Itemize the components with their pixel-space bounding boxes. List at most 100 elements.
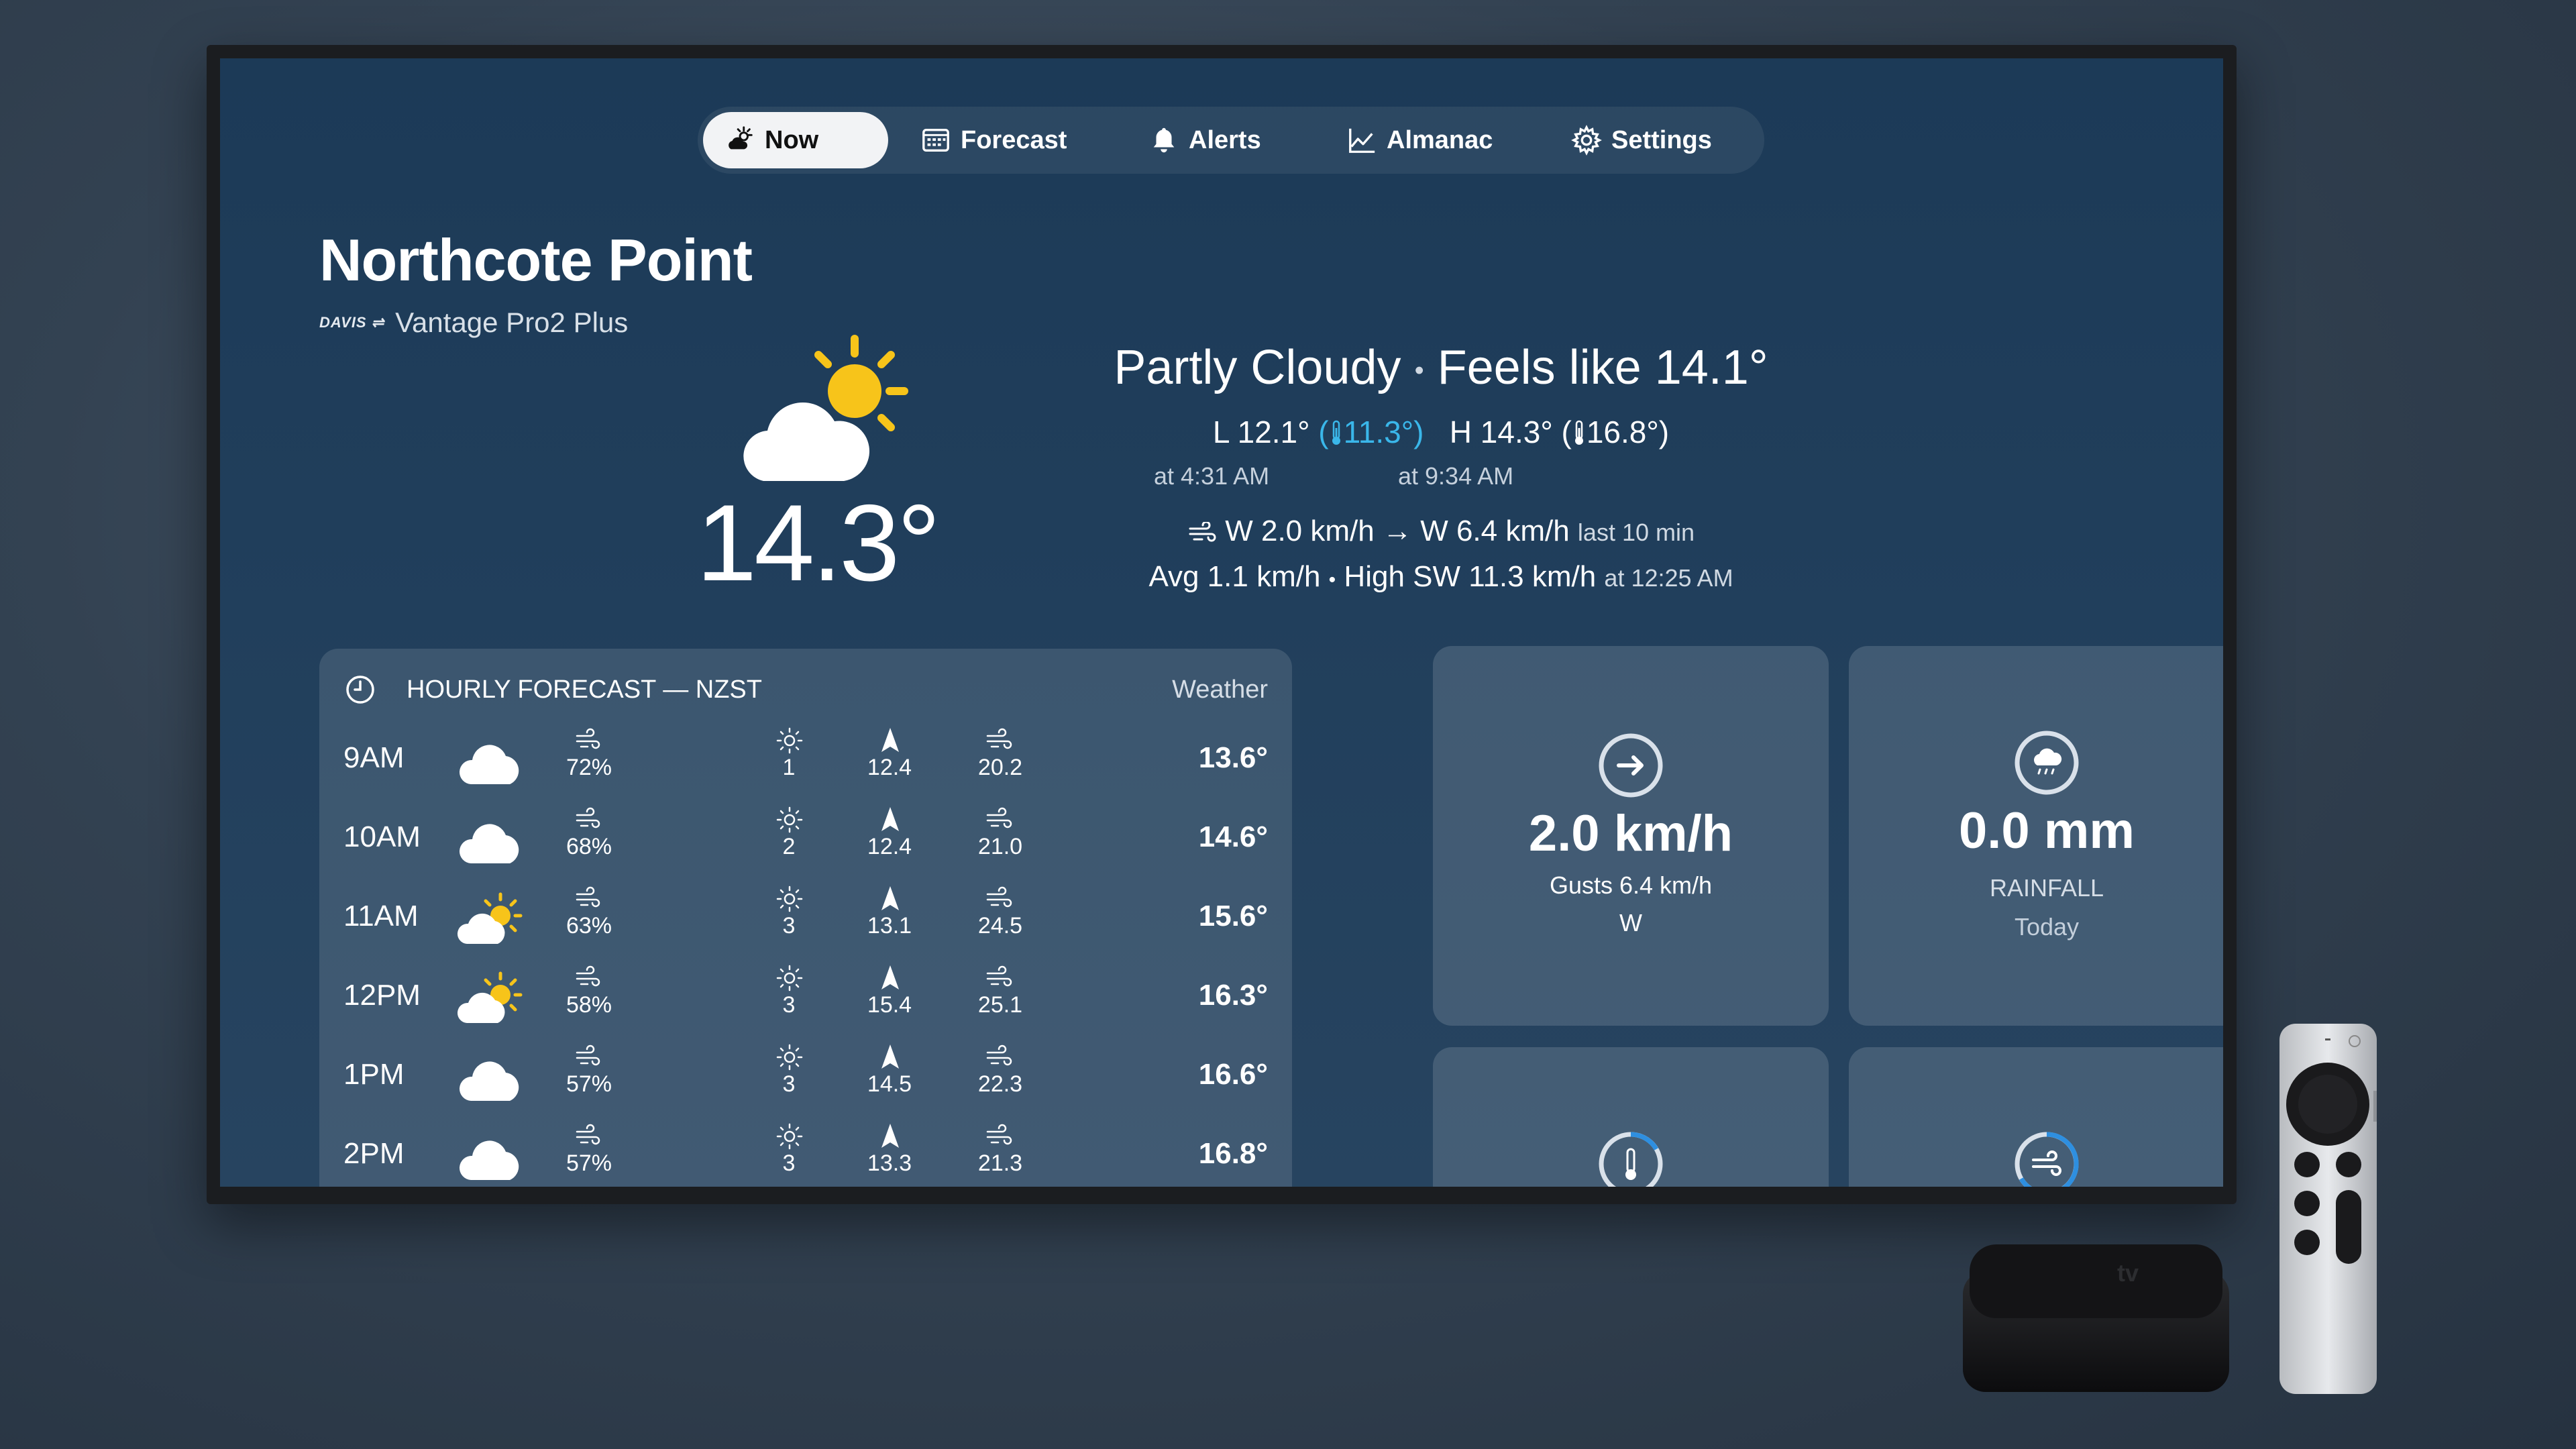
wind-icon — [2015, 1132, 2079, 1187]
separator-dot: • — [1414, 356, 1424, 386]
uv-sun-icon — [776, 965, 803, 991]
rainfall-label: RAINFALL — [1989, 874, 2104, 902]
location-name: Northcote Point — [319, 227, 753, 293]
gust-value: 25.1 — [977, 992, 1023, 1018]
wind-10min-suffix: last 10 min — [1577, 519, 1695, 546]
gust-icon — [986, 1044, 1012, 1066]
humidity-value: 63% — [566, 913, 612, 938]
gust-value: 21.3 — [977, 1150, 1023, 1176]
separator-dot: • — [1328, 569, 1336, 591]
gust-icon — [986, 1124, 1012, 1145]
high-low-line: L 12.1° (11.3°) H 14.3° (16.8°) — [1025, 414, 1857, 450]
wind-high: High SW 11.3 km/h — [1344, 560, 1597, 593]
siri-remote — [2279, 1024, 2377, 1394]
uv-sun-icon — [776, 885, 803, 912]
partly-sunny-icon — [457, 892, 523, 944]
uv-sun-icon — [776, 1044, 803, 1071]
hourly-row: 1PM 57% 3 14.5 22.3 16.6° — [319, 1044, 1292, 1124]
uv-value: 3 — [782, 1150, 796, 1176]
low-feels-open: ( — [1318, 415, 1329, 449]
hour-time: 1PM — [343, 1058, 405, 1091]
wind-gauge-tile[interactable] — [1849, 1047, 2223, 1187]
thermometer-icon — [1332, 420, 1340, 445]
wind-speed-value: 13.1 — [867, 913, 912, 938]
thermometer-icon — [1574, 420, 1583, 445]
cloud-icon — [459, 745, 519, 784]
wind-direction-icon — [881, 1044, 899, 1069]
wind-gusts: Gusts 6.4 km/h — [1549, 871, 1713, 899]
gust-icon — [986, 807, 1012, 828]
gust-icon — [986, 728, 1012, 749]
tab-settings-label: Settings — [1611, 125, 1712, 154]
partly-sunny-icon — [729, 126, 753, 150]
gust-icon — [986, 965, 1012, 987]
tab-almanac-label: Almanac — [1387, 125, 1493, 154]
wind-direction: W — [1619, 909, 1642, 936]
humidity-value: 57% — [566, 1071, 612, 1097]
high-feels: 16.8°) — [1586, 415, 1670, 449]
tv-screen: Now Forecast Alerts Almanac Settings Nor… — [220, 58, 2223, 1187]
uv-value: 3 — [782, 992, 796, 1018]
hour-temp: 15.6° — [1198, 900, 1268, 932]
hour-temp: 14.6° — [1198, 820, 1268, 853]
high-temp: H 14.3° — [1449, 415, 1553, 449]
tab-almanac[interactable]: Almanac — [1325, 112, 1514, 168]
hour-time: 9AM — [343, 741, 405, 774]
temperature-tile[interactable] — [1433, 1047, 1829, 1187]
wind-direction-icon — [881, 1124, 899, 1148]
hourly-row: 2PM 57% 3 13.3 21.3 16.8° — [319, 1123, 1292, 1187]
weather-brand: Weather — [1172, 676, 1268, 704]
uv-value: 3 — [782, 913, 796, 938]
hourly-row: 11AM 63% 3 13.1 24.5 15.6° — [319, 885, 1292, 965]
rainfall-value: 0.0 mm — [1959, 802, 2135, 859]
wind-speed-value: 13.3 — [867, 1150, 912, 1176]
tab-now-label: Now — [765, 125, 819, 154]
wind-stats-line: Avg 1.1 km/h • High SW 11.3 km/h at 12:2… — [1025, 560, 1857, 594]
high-feels-open: ( — [1561, 415, 1572, 449]
hour-time: 12PM — [343, 979, 421, 1012]
hourly-forecast-panel[interactable]: HOURLY FORECAST — NZST Weather 9AM 72% 1 12… — [319, 649, 1292, 1187]
wind-speed-value: 2.0 km/h — [1528, 805, 1733, 862]
humidity-value: 72% — [566, 755, 612, 780]
tab-now[interactable]: Now — [703, 112, 888, 168]
uv-value: 3 — [782, 1071, 796, 1097]
wind-speed-value: 12.4 — [867, 834, 912, 859]
cloud-icon — [459, 824, 519, 863]
wind-direction-icon — [881, 965, 899, 989]
wind-tile[interactable]: 2.0 km/h Gusts 6.4 km/h W — [1433, 646, 1829, 1026]
bell-icon — [1153, 127, 1175, 153]
tab-forecast-label: Forecast — [961, 125, 1067, 154]
wind-speed-value: 12.4 — [867, 755, 912, 780]
hourly-row: 9AM 72% 1 12.4 20.2 13.6° — [319, 727, 1292, 807]
calendar-icon — [922, 128, 949, 152]
low-feels: 11.3°) — [1343, 415, 1424, 449]
station-model: Vantage Pro2 Plus — [395, 307, 629, 338]
wind-speed-value: 14.5 — [867, 1071, 912, 1097]
gust-value: 20.2 — [977, 755, 1023, 780]
humidity-value: 68% — [566, 834, 612, 859]
wind-arrow: → — [1382, 515, 1412, 547]
partly-sunny-icon — [457, 971, 523, 1023]
davis-logo: DAVIS ⇌ — [319, 314, 385, 331]
wind-direction-icon — [881, 886, 899, 910]
hourly-row: 10AM 68% 2 12.4 21.0 14.6° — [319, 806, 1292, 886]
rainfall-tile[interactable]: 0.0 mm RAINFALL Today — [1849, 646, 2223, 1026]
tab-alerts[interactable]: Alerts — [1127, 112, 1283, 168]
cloud-icon — [459, 1140, 519, 1180]
rain-cloud-icon — [2015, 731, 2079, 795]
humidity-icon — [576, 886, 600, 908]
wind-icon — [1189, 521, 1216, 542]
humidity-icon — [576, 1044, 600, 1066]
tab-alerts-label: Alerts — [1189, 125, 1261, 154]
station-info: DAVIS ⇌ Vantage Pro2 Plus — [319, 307, 628, 339]
current-temperature: 14.3° — [696, 482, 941, 604]
apple-tv-logo: tv — [2117, 1259, 2139, 1287]
hour-temp: 16.8° — [1198, 1137, 1268, 1170]
wind-now-line: W 2.0 km/h → W 6.4 km/h last 10 min — [1025, 515, 1857, 548]
condition-line: Partly Cloudy • Feels like 14.1° — [1025, 340, 1857, 395]
high-time: at 9:34 AM — [1398, 462, 1514, 490]
tab-forecast[interactable]: Forecast — [899, 112, 1088, 168]
hour-time: 2PM — [343, 1137, 405, 1170]
tab-settings[interactable]: Settings — [1550, 112, 1733, 168]
condition-text: Partly Cloudy — [1114, 341, 1401, 394]
